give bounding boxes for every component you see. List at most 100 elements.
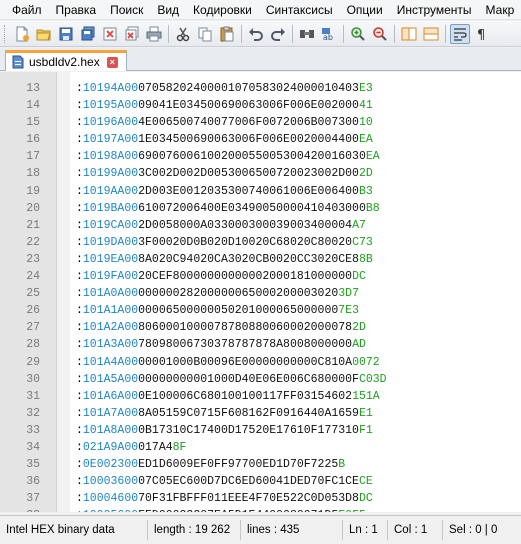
code-line[interactable]: 38 :10005600FED00023207EA5D1E4400080071D5… bbox=[0, 507, 521, 512]
record-data: 70F31FBFFF011EEE4F70E522C0D053D8 bbox=[138, 492, 359, 506]
menu-item[interactable]: Синтаксисы bbox=[259, 0, 340, 19]
menu-item[interactable]: Вид bbox=[150, 0, 186, 19]
record-data: 8A020C94020CA3020CB0020CC3020CE8 bbox=[138, 252, 359, 266]
menu-item[interactable]: Поиск bbox=[103, 0, 150, 19]
code-line[interactable]: 31 :101A6A000E100006C680100100117FF031546… bbox=[0, 388, 521, 405]
sync-v-icon[interactable] bbox=[399, 24, 419, 44]
toolbar-separator bbox=[343, 24, 344, 43]
code-line[interactable]: 18:10199A003C002D002D0053006500720023002… bbox=[0, 165, 521, 182]
code-line[interactable]: 30:101A5A0000000000001000D40E06E006C6800… bbox=[0, 371, 521, 388]
record-start-colon: : bbox=[76, 321, 83, 335]
record-start-colon: : bbox=[76, 167, 83, 181]
record-checksum: E1 bbox=[358, 406, 373, 420]
menu-item[interactable]: Инструменты bbox=[390, 0, 479, 19]
record-address: 101A4A00 bbox=[82, 355, 139, 369]
hex-record: :10005600FED00023207EA5D1E4400080071D5F0… bbox=[76, 507, 366, 512]
menu-item[interactable]: Кодировки bbox=[186, 0, 259, 19]
record-address: 1019CA00 bbox=[82, 218, 139, 232]
new-file-icon[interactable] bbox=[12, 24, 32, 44]
hex-record: :1019CA002D0058000A033000300039003400004… bbox=[76, 217, 366, 234]
hex-record: :021A9A00017A48F bbox=[76, 439, 186, 456]
code-line[interactable]: 14:10195A0009041E034500690063006F006E002… bbox=[0, 97, 521, 114]
record-data: 00001000B00096E00000000000C810A bbox=[138, 355, 353, 369]
tab-usbdldv2-hex[interactable]: usbdldv2.hex × bbox=[5, 50, 127, 71]
close-all-icon[interactable] bbox=[122, 24, 142, 44]
copy-icon[interactable] bbox=[195, 24, 215, 44]
menu-item[interactable]: Файл bbox=[0, 0, 49, 19]
show-all-chars-icon[interactable]: ¶ bbox=[472, 24, 492, 44]
hex-record: :101A6A000E100006C680100100117FF03154602… bbox=[76, 388, 380, 405]
code-line[interactable]: 29:101A4A0000001000B00096E00000000000C81… bbox=[0, 354, 521, 371]
record-data: 8060001000078780880060002000078 bbox=[138, 321, 353, 335]
record-checksum: CE bbox=[358, 475, 373, 489]
hex-record: :101A4A0000001000B00096E00000000000C810A… bbox=[76, 354, 380, 371]
record-start-colon: : bbox=[76, 218, 83, 232]
save-icon[interactable] bbox=[56, 24, 76, 44]
hex-record: :10197A001E034500690063006F006E002000440… bbox=[76, 131, 373, 148]
cut-icon[interactable] bbox=[173, 24, 193, 44]
redo-icon[interactable] bbox=[268, 24, 288, 44]
code-line[interactable]: 24:1019FA0020CEF800000000000020001810000… bbox=[0, 268, 521, 285]
code-line[interactable]: 26:101A1A0000006500000050201000065000000… bbox=[0, 302, 521, 319]
code-line[interactable]: 19:1019AA002D003E0012035300740061006E006… bbox=[0, 183, 521, 200]
menu-item[interactable]: Опции bbox=[340, 0, 390, 19]
record-start-colon: : bbox=[76, 372, 83, 386]
toolbar-separator bbox=[292, 24, 293, 43]
line-number: 31 bbox=[26, 389, 40, 403]
code-line[interactable]: 36 :1000360007C05EC600D7DC6ED60041DED70FC… bbox=[0, 473, 521, 490]
code-line[interactable]: 27:101A2A0080600010000787808800600020000… bbox=[0, 319, 521, 336]
code-line[interactable]: 33:101A8A000B17310C17400D17520E17610F177… bbox=[0, 422, 521, 439]
record-checksum: DC bbox=[352, 270, 366, 284]
code-line[interactable]: 32:101A7A008A05159C0715F608162F0916440A1… bbox=[0, 405, 521, 422]
record-address: 1019FA00 bbox=[82, 270, 139, 284]
editor-pane[interactable]: 13:10194A0007058202400001070583024000010… bbox=[0, 72, 521, 512]
record-address: 10196A00 bbox=[82, 116, 139, 130]
menu-item[interactable]: Правка bbox=[49, 0, 104, 19]
save-all-icon[interactable] bbox=[78, 24, 98, 44]
record-address: 10005600 bbox=[83, 509, 138, 512]
code-line[interactable]: 23:1019EA008A020C94020CA3020CB0020CC3020… bbox=[0, 251, 521, 268]
hex-record: :101A2A008060001000078780880060002000078… bbox=[76, 319, 366, 336]
file-icon bbox=[12, 55, 24, 69]
record-address: 101A1A00 bbox=[82, 304, 139, 318]
code-line[interactable]: 15:10196A004E006500740077006F0072006B007… bbox=[0, 114, 521, 131]
hex-record: :1019EA008A020C94020CA3020CB0020CC3020CE… bbox=[76, 251, 373, 268]
line-number: 16 bbox=[26, 133, 40, 147]
line-number: 38 bbox=[0, 507, 40, 512]
open-file-icon[interactable] bbox=[34, 24, 54, 44]
code-line[interactable]: 37:1000460070F31FBFFF011EEE4F70E522C0D05… bbox=[0, 490, 521, 507]
sync-h-icon[interactable] bbox=[421, 24, 441, 44]
line-number: 36 bbox=[26, 475, 40, 489]
replace-icon[interactable]: ab bbox=[319, 24, 339, 44]
record-address: 101A2A00 bbox=[82, 321, 139, 335]
paste-icon[interactable] bbox=[217, 24, 237, 44]
code-line[interactable]: 34:021A9A00017A48F bbox=[0, 439, 521, 456]
close-icon[interactable] bbox=[100, 24, 120, 44]
toolbar-grip[interactable] bbox=[4, 24, 8, 43]
toolbar-separator bbox=[241, 24, 242, 43]
zoom-out-icon[interactable] bbox=[370, 24, 390, 44]
record-address: 101A0A00 bbox=[82, 287, 139, 301]
hex-record: :1000360007C05EC600D7DC6ED60041DED70FC1C… bbox=[76, 473, 373, 490]
code-line[interactable]: 17:10198A0069007600610020005500530042001… bbox=[0, 148, 521, 165]
code-line[interactable]: 22:1019DA003F00020D0B020D10020C68020C800… bbox=[0, 234, 521, 251]
undo-icon[interactable] bbox=[246, 24, 266, 44]
code-line[interactable]: 13:10194A0007058202400001070583024000010… bbox=[0, 80, 521, 97]
code-line[interactable]: 35:0E002300ED1D6009EF0FF97700ED1D70F7225… bbox=[0, 456, 521, 473]
code-line[interactable]: 25:101A0A0000000028200000065000200003020… bbox=[0, 285, 521, 302]
toolbar-separator bbox=[394, 24, 395, 43]
code-line[interactable]: 20:1019BA00610072006400E0349005000041040… bbox=[0, 200, 521, 217]
zoom-in-icon[interactable] bbox=[348, 24, 368, 44]
record-data: 1E034500690063006F006E0020004400 bbox=[138, 133, 359, 147]
menu-item[interactable]: Макр bbox=[479, 0, 521, 19]
code-line[interactable]: 16 :10197A001E034500690063006F006E0020004… bbox=[0, 131, 521, 148]
code-line[interactable]: 21:1019CA002D0058000A0330003000390034000… bbox=[0, 217, 521, 234]
record-checksum: C73 bbox=[352, 235, 373, 249]
code-line[interactable]: 28:101A3A0078098006730378787878A80080000… bbox=[0, 336, 521, 353]
hex-record: :1019FA0020CEF80000000000002000181000000… bbox=[76, 268, 366, 285]
print-icon[interactable] bbox=[144, 24, 164, 44]
close-tab-icon[interactable]: × bbox=[106, 56, 118, 68]
find-icon[interactable] bbox=[297, 24, 317, 44]
word-wrap-icon[interactable] bbox=[450, 23, 470, 44]
line-number: 19 bbox=[26, 184, 40, 198]
